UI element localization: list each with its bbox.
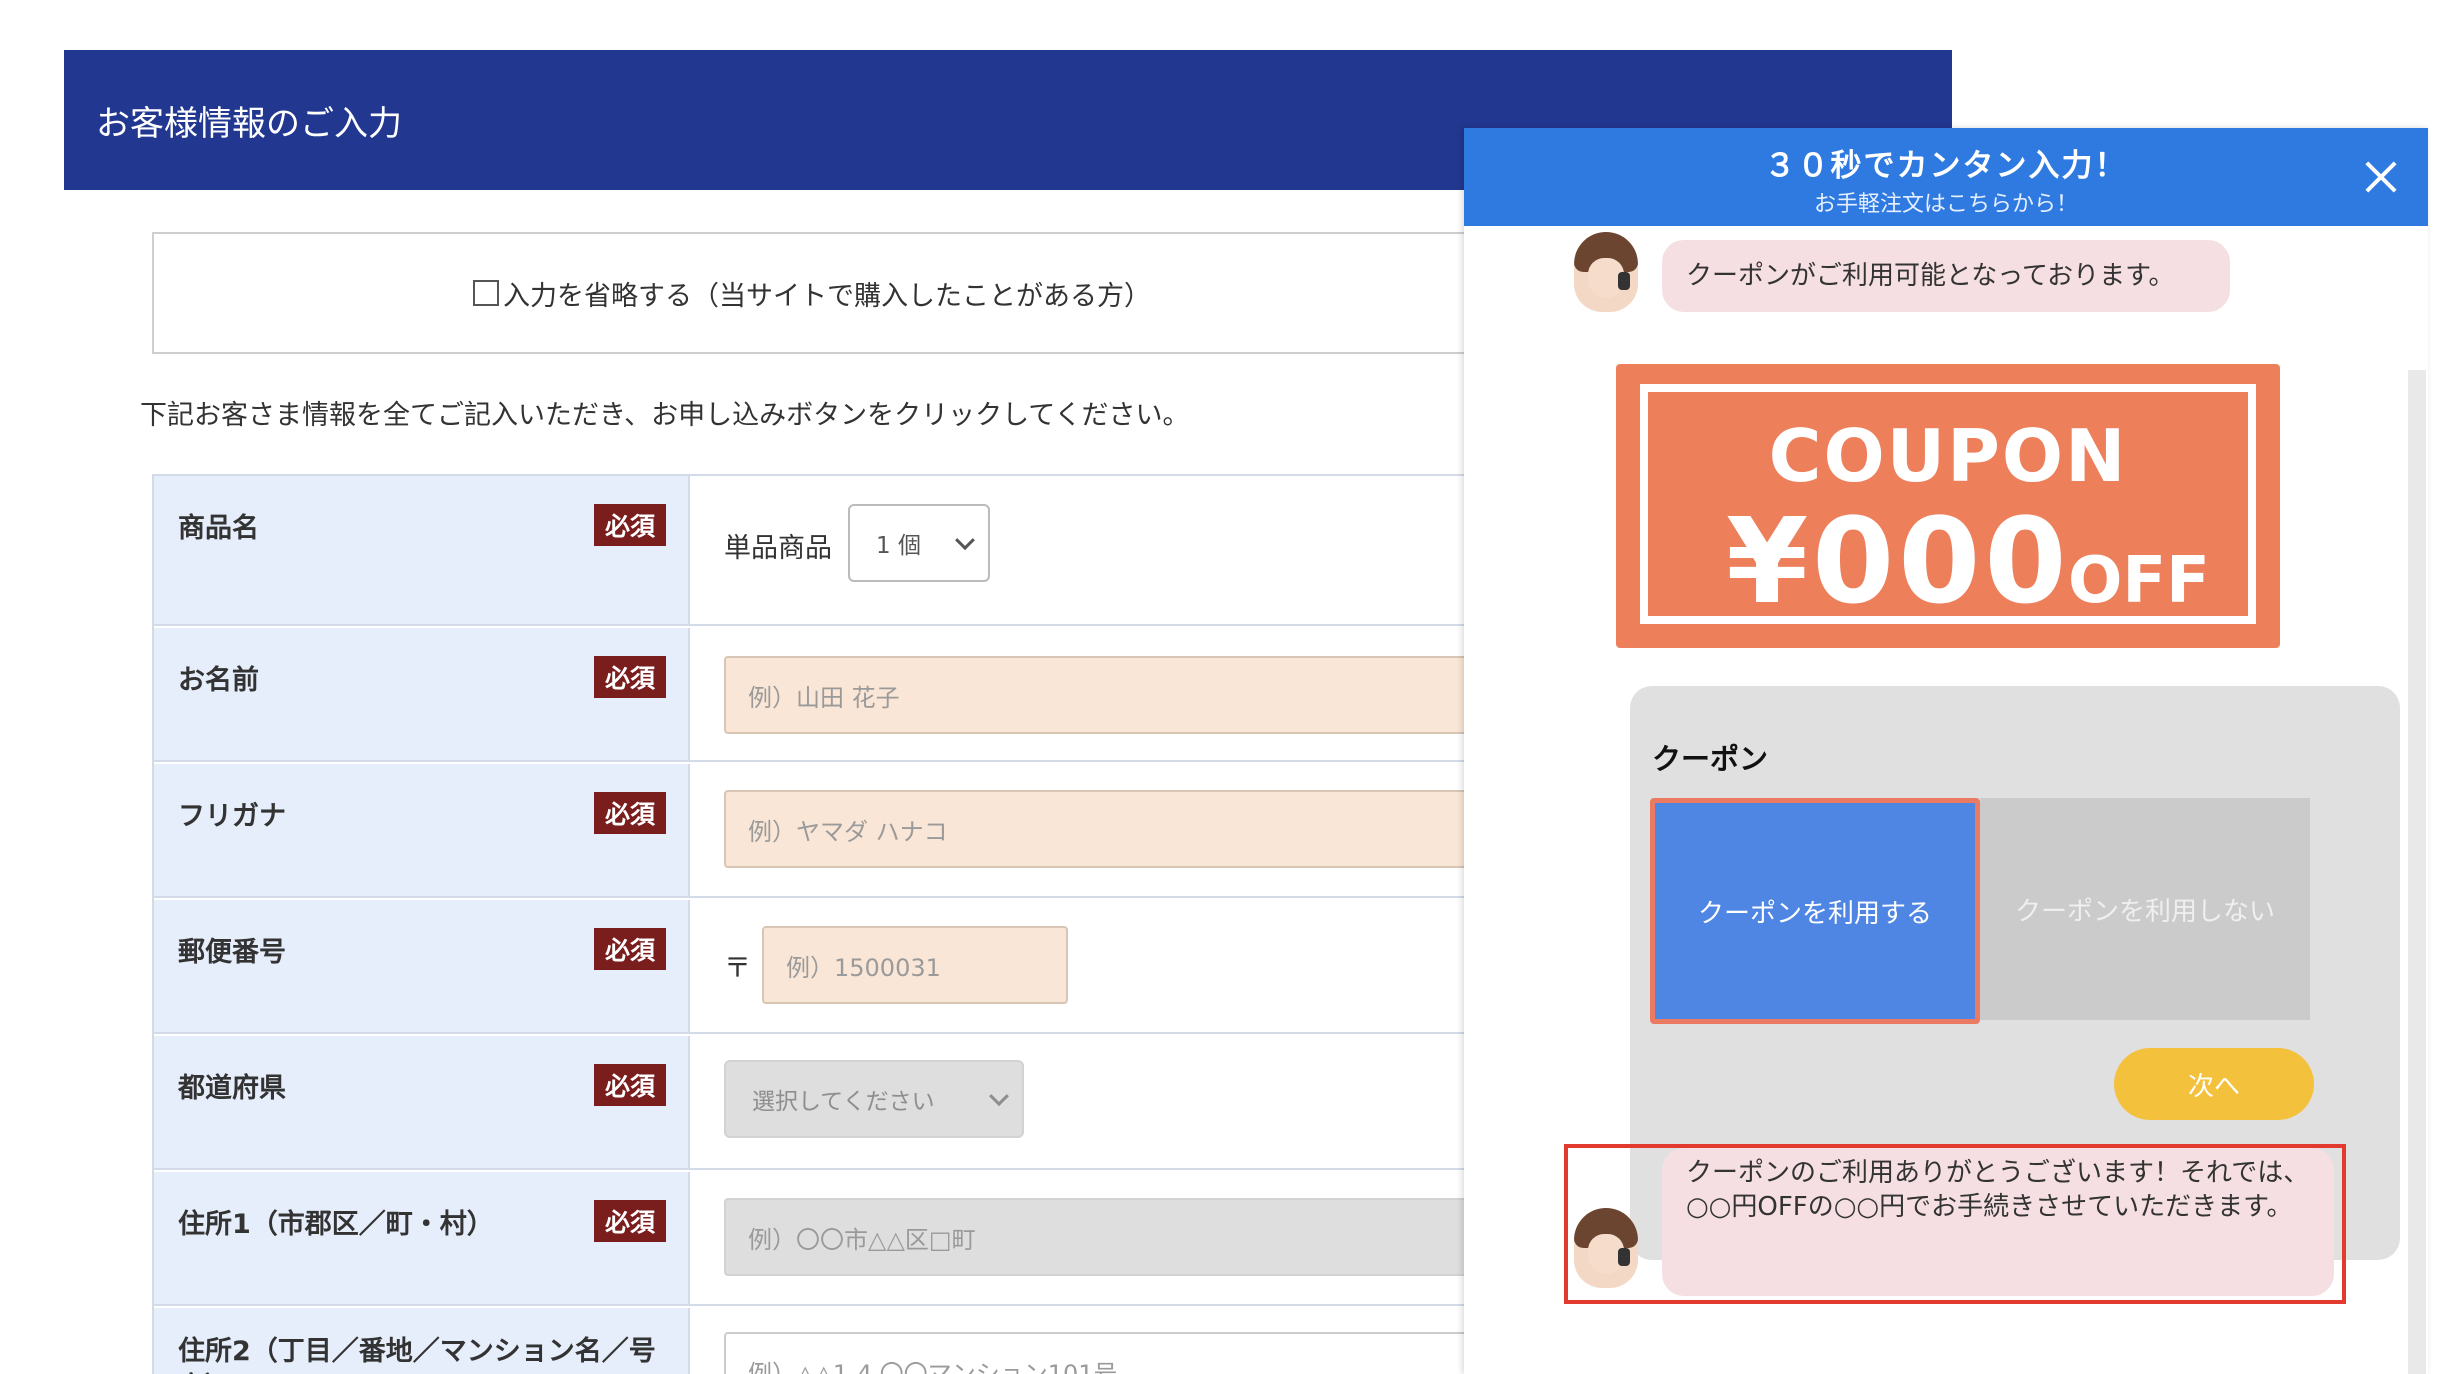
message-text: クーポンがご利用可能となっております。 — [1686, 261, 2175, 291]
chat-header: ３０秒でカンタン入力！ お手軽注文はこちらから！ — [1464, 128, 2428, 226]
furigana-placeholder: 例）ヤマダ ハナコ — [748, 817, 948, 846]
chat-message: クーポンのご利用ありがとうございます！それでは、○○円OFFの○○円でお手続きさ… — [1662, 1148, 2334, 1296]
postal-label: 郵便番号 — [178, 937, 286, 968]
coupon-image: COUPON ¥000 OFF — [1616, 364, 2280, 648]
coupon-off: OFF — [2068, 544, 2210, 618]
row-product: 商品名 必須 単品商品 1 個 — [154, 476, 1472, 626]
coupon-choice-label: クーポン — [1652, 742, 1769, 776]
label-cell: 都道府県 必須 — [154, 1036, 690, 1168]
chat-subtitle: お手軽注文はこちらから！ — [1813, 192, 2078, 217]
address2-placeholder: 例）△△1-4 〇〇マンション101号 — [748, 1359, 1118, 1374]
prefecture-placeholder: 選択してください — [752, 1089, 935, 1115]
furigana-label: フリガナ — [178, 801, 286, 832]
required-badge: 必須 — [594, 504, 666, 546]
label-cell: 商品名 必須 — [154, 476, 690, 624]
operator-avatar — [1574, 1208, 1638, 1288]
message-text: クーポンのご利用ありがとうございます！それでは、○○円OFFの○○円でお手続きさ… — [1686, 1158, 2310, 1222]
name-placeholder: 例）山田 花子 — [748, 683, 900, 712]
required-badge: 必須 — [594, 928, 666, 970]
label-cell: フリガナ 必須 — [154, 764, 690, 896]
label-cell: 郵便番号 必須 — [154, 900, 690, 1032]
coupon-amount: ¥000 — [1726, 492, 2071, 630]
value-cell: 例）山田 花子 — [692, 628, 1472, 760]
label-cell: 住所1（市郡区／町・村） 必須 — [154, 1172, 690, 1304]
coupon-word: COUPON — [1768, 414, 2128, 498]
chevron-down-icon — [955, 530, 975, 551]
product-item-name: 単品商品 — [724, 533, 832, 564]
operator-avatar — [1574, 232, 1638, 312]
quantity-value: 1 個 — [876, 533, 921, 559]
chevron-down-icon — [989, 1086, 1009, 1107]
prefecture-select[interactable]: 選択してください — [724, 1060, 1024, 1138]
next-button[interactable]: 次へ — [2114, 1048, 2314, 1120]
chat-scrollbar[interactable] — [2408, 370, 2426, 1374]
customer-form: 商品名 必須 単品商品 1 個 お名前 必須 例）山田 花子 フリガナ 必須 例… — [152, 474, 1472, 1374]
label-cell: お名前 必須 — [154, 628, 690, 760]
product-label: 商品名 — [178, 513, 259, 544]
row-postal: 郵便番号 必須 〒 例）1500031 — [154, 900, 1472, 1034]
skip-input-option[interactable]: 入力を省略する（当サイトで購入したことがある方） — [152, 232, 1472, 354]
skip-checkbox[interactable] — [473, 280, 499, 306]
use-coupon-button[interactable]: クーポンを利用する — [1650, 798, 1980, 1024]
address2-input[interactable]: 例）△△1-4 〇〇マンション101号 — [724, 1332, 1472, 1374]
row-furigana: フリガナ 必須 例）ヤマダ ハナコ — [154, 764, 1472, 898]
chat-widget: ３０秒でカンタン入力！ お手軽注文はこちらから！ クーポンがご利用可能となってお… — [1464, 128, 2428, 1374]
row-address2: 住所2（丁目／番地／マンション名／号室） 例）△△1-4 〇〇マンション101号 — [154, 1308, 1472, 1374]
close-icon[interactable] — [2364, 160, 2398, 194]
name-input[interactable]: 例）山田 花子 — [724, 656, 1472, 734]
no-coupon-button[interactable]: クーポンを利用しない — [1980, 798, 2310, 1020]
row-address1: 住所1（市郡区／町・村） 必須 例）〇〇市△△区□町 — [154, 1172, 1472, 1306]
postal-placeholder: 例）1500031 — [786, 953, 941, 982]
required-badge: 必須 — [594, 1200, 666, 1242]
value-cell: 例）ヤマダ ハナコ — [692, 764, 1472, 896]
skip-label: 入力を省略する（当サイトで購入したことがある方） — [503, 280, 1151, 312]
label-cell: 住所2（丁目／番地／マンション名／号室） — [154, 1308, 690, 1374]
chat-message: クーポンがご利用可能となっております。 — [1662, 240, 2230, 312]
name-label: お名前 — [178, 665, 259, 696]
address1-input[interactable]: 例）〇〇市△△区□町 — [724, 1198, 1472, 1276]
required-badge: 必須 — [594, 656, 666, 698]
form-instruction: 下記お客さま情報を全てご記入いただき、お申し込みボタンをクリックしてください。 — [140, 400, 1190, 431]
prefecture-label: 都道府県 — [178, 1073, 286, 1104]
address2-label: 住所2（丁目／番地／マンション名／号室） — [178, 1336, 656, 1374]
value-cell: 選択してください — [692, 1036, 1472, 1168]
row-name: お名前 必須 例）山田 花子 — [154, 628, 1472, 762]
value-cell: 例）〇〇市△△区□町 — [692, 1172, 1472, 1304]
value-cell: 例）△△1-4 〇〇マンション101号 — [692, 1308, 1472, 1374]
address1-label: 住所1（市郡区／町・村） — [178, 1209, 494, 1240]
required-badge: 必須 — [594, 792, 666, 834]
address1-placeholder: 例）〇〇市△△区□町 — [748, 1225, 976, 1254]
value-cell: 単品商品 1 個 — [692, 476, 1472, 624]
postal-input[interactable]: 例）1500031 — [762, 926, 1068, 1004]
page-title: お客様情報のご入力 — [96, 103, 402, 144]
postal-mark: 〒 — [724, 953, 751, 984]
required-badge: 必須 — [594, 1064, 666, 1106]
quantity-select[interactable]: 1 個 — [848, 504, 990, 582]
furigana-input[interactable]: 例）ヤマダ ハナコ — [724, 790, 1472, 868]
value-cell: 〒 例）1500031 — [692, 900, 1472, 1032]
row-prefecture: 都道府県 必須 選択してください — [154, 1036, 1472, 1170]
chat-title: ３０秒でカンタン入力！ — [1764, 148, 2128, 184]
